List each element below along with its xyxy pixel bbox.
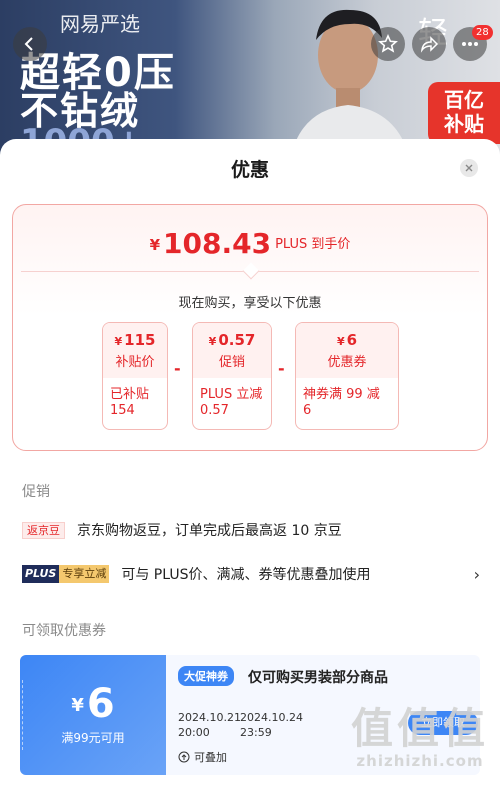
product-banner: 网易严选 超轻0压 不钻绒 1000+ 轻 百亿 补贴 [0, 0, 500, 160]
subsidy-badge: 百亿 补贴 [428, 82, 500, 144]
coupon-end-date: 2024.10.24 [240, 711, 303, 724]
promo-text: 京东购物返豆，订单完成后最高返 10 京豆 [77, 523, 342, 539]
breakdown-label: 促销 [218, 355, 245, 370]
promo-section-label: 促销 [22, 484, 50, 500]
coupon-amount: 6 [86, 681, 115, 727]
price-tag: PLUS 到手价 [275, 237, 351, 252]
coupon-start: 2024.10.21 20:00 [178, 710, 241, 740]
coupon-tag: 大促神券 [178, 666, 234, 686]
watermark-logo: 值值值 [350, 704, 489, 753]
plus-tag: PLUS 专享立减 [22, 565, 110, 583]
breakdown-subsidy: ¥115 补贴价 已补贴154 [102, 322, 168, 430]
favorite-star-icon [378, 34, 398, 53]
price-value: 108.43 [163, 227, 272, 260]
watermark-text: zhizhizhi.com [356, 752, 484, 770]
stack-icon [178, 751, 190, 763]
model-image [290, 9, 410, 160]
breakdown-coupon: ¥6 优惠券 神券满 99 减 6 [295, 322, 399, 430]
breakdown-amount: 6 [346, 331, 358, 349]
coupon-currency: ¥ [71, 695, 84, 716]
promo-text: 可与 PLUS价、满减、券等优惠叠加使用 [121, 567, 371, 583]
coupon-section-label: 可领取优惠券 [22, 623, 106, 639]
promo-row-plus[interactable]: PLUS 专享立减 可与 PLUS价、满减、券等优惠叠加使用 › [22, 563, 480, 585]
coupon-start-time: 20:00 [178, 726, 210, 739]
coupon-condition: 满99元可用 [61, 731, 125, 745]
share-icon [420, 36, 439, 53]
breakdown-label: 补贴价 [115, 355, 155, 370]
watermark: 值值值 zhizhizhi.com [345, 704, 495, 771]
coupon-title: 仅可购买男装部分商品 [248, 670, 388, 686]
close-icon [465, 164, 473, 172]
minus-operator: - [278, 359, 285, 378]
coupon-stack-text: 可叠加 [194, 751, 227, 764]
breakdown-desc: 已补贴154 [110, 387, 150, 418]
coupon-start-date: 2024.10.21 [178, 711, 241, 724]
beans-tag: 返京豆 [22, 521, 65, 539]
subsidy-badge-line2: 补贴 [444, 112, 484, 136]
breakdown-promotion: ¥0.57 促销 PLUS 立减0.57 [192, 322, 272, 430]
favorite-button[interactable] [371, 27, 405, 61]
promo-row-beans[interactable]: 返京豆 京东购物返豆，订单完成后最高返 10 京豆 [22, 519, 480, 541]
coupon-value-panel: ¥6 满99元可用 [20, 655, 166, 775]
back-icon [24, 37, 33, 51]
subsidy-badge-line1: 百亿 [444, 88, 484, 112]
price-summary-card: ¥108.43 PLUS 到手价 现在购买，享受以下优惠 ¥115 补贴价 已补贴… [12, 204, 488, 451]
breakdown-desc: 神券满 99 减 6 [303, 387, 380, 418]
breakdown-label: 优惠券 [327, 355, 367, 370]
discount-sheet: 优惠 ¥108.43 PLUS 到手价 现在购买，享受以下优惠 ¥115 补贴价 … [0, 139, 500, 797]
minus-operator: - [174, 359, 181, 378]
breakdown-amount: 0.57 [218, 331, 256, 349]
sheet-title: 优惠 [230, 159, 269, 181]
final-price: ¥108.43 PLUS 到手价 [13, 227, 487, 260]
price-currency: ¥ [149, 236, 161, 254]
breakdown-desc: PLUS 立减0.57 [200, 387, 263, 418]
price-caret [242, 262, 260, 280]
back-button[interactable] [13, 27, 47, 61]
breakdown-amount: 115 [124, 331, 156, 349]
banner-brand: 网易严选 [60, 12, 140, 36]
price-subtitle: 现在购买，享受以下优惠 [178, 296, 322, 311]
close-button[interactable] [460, 159, 478, 177]
plus-tag-label: PLUS [22, 565, 60, 583]
coupon-stackable: 可叠加 [178, 749, 227, 765]
coupon-end: 2024.10.24 23:59 [240, 710, 303, 740]
share-button[interactable] [412, 27, 446, 61]
chevron-right-icon: › [473, 564, 480, 584]
coupon-end-time: 23:59 [240, 726, 272, 739]
notification-badge: 28 [472, 25, 493, 40]
plus-tag-sub: 专享立减 [59, 565, 110, 583]
